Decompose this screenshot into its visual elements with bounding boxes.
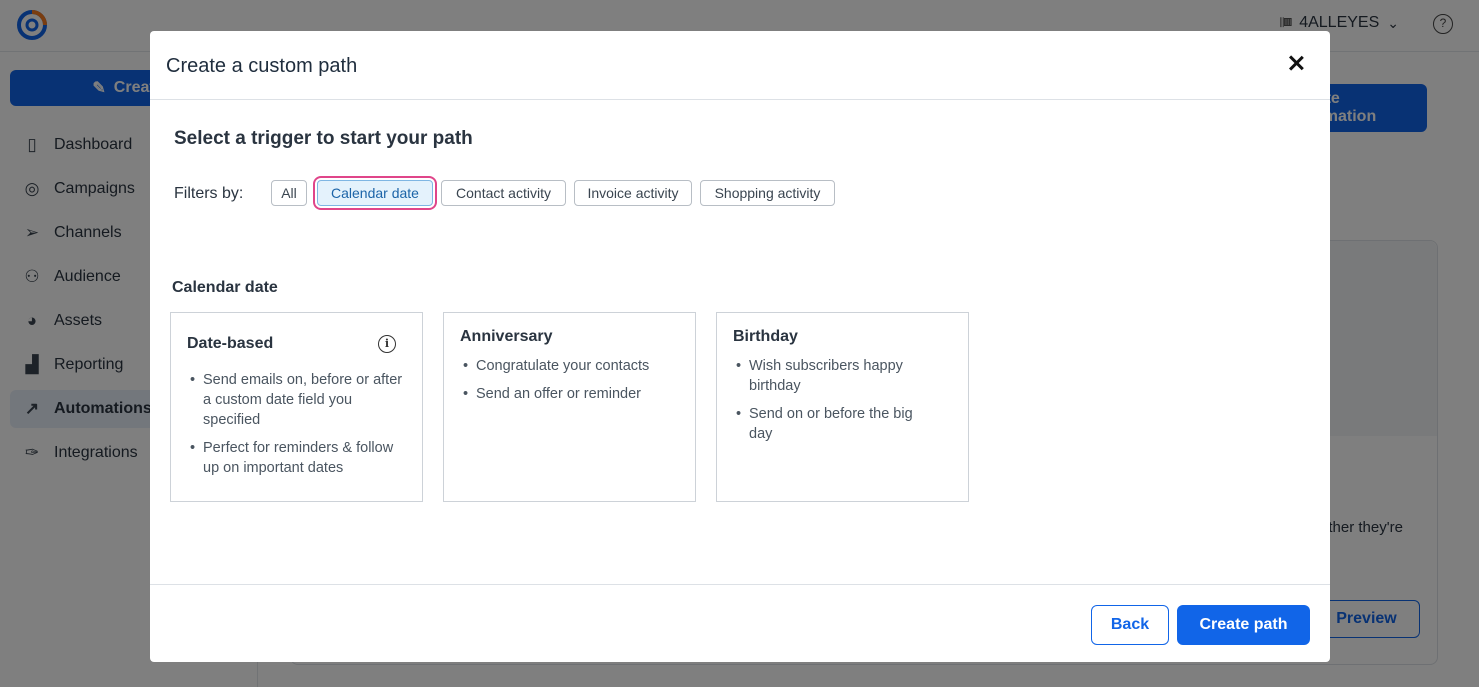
trigger-card-anniversary[interactable]: Anniversary Congratulate your contacts S…: [443, 312, 696, 502]
card-title: Birthday: [733, 328, 798, 345]
custom-path-modal: Create a custom path Select a trigger to…: [150, 31, 1330, 662]
card-bullet: Perfect for reminders & follow up on imp…: [187, 438, 408, 478]
filter-chip-all[interactable]: All: [271, 180, 307, 206]
filters-label: Filters by:: [174, 185, 244, 202]
card-bullet: Send an offer or reminder: [460, 384, 681, 404]
modal-footer: Back Create path: [150, 584, 1330, 662]
close-icon[interactable]: [1284, 51, 1308, 75]
back-button[interactable]: Back: [1091, 605, 1169, 645]
group-label: Calendar date: [172, 279, 278, 296]
info-icon[interactable]: i: [378, 335, 396, 353]
card-bullet: Send on or before the big day: [733, 404, 938, 444]
create-path-button[interactable]: Create path: [1177, 605, 1310, 645]
card-title: Anniversary: [460, 328, 553, 345]
card-bullets: Congratulate your contacts Send an offer…: [460, 356, 681, 412]
filter-chip-contact-activity[interactable]: Contact activity: [441, 180, 566, 206]
card-bullets: Wish subscribers happy birthday Send on …: [733, 356, 938, 452]
card-bullet: Send emails on, before or after a custom…: [187, 370, 408, 430]
filter-chip-invoice-activity[interactable]: Invoice activity: [574, 180, 692, 206]
trigger-card-birthday[interactable]: Birthday Wish subscribers happy birthday…: [716, 312, 969, 502]
modal-header: Create a custom path: [150, 31, 1330, 100]
card-bullet: Wish subscribers happy birthday: [733, 356, 938, 396]
trigger-heading: Select a trigger to start your path: [174, 128, 473, 149]
card-title: Date-based: [187, 335, 274, 352]
card-bullets: Send emails on, before or after a custom…: [187, 370, 408, 486]
filter-chip-calendar-date[interactable]: Calendar date: [317, 180, 433, 206]
filter-chip-shopping-activity[interactable]: Shopping activity: [700, 180, 835, 206]
trigger-card-date-based[interactable]: Date-based i Send emails on, before or a…: [170, 312, 423, 502]
card-bullet: Congratulate your contacts: [460, 356, 681, 376]
modal-title: Create a custom path: [166, 55, 358, 77]
